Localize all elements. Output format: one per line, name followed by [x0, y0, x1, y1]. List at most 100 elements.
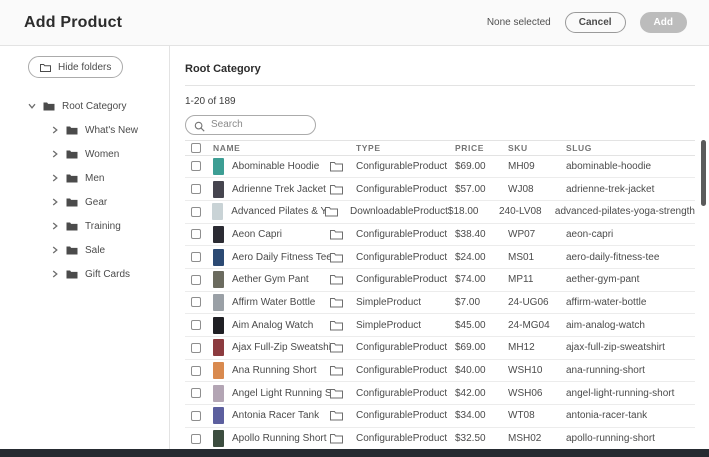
tree-item-label: Men	[85, 172, 105, 184]
row-checkbox[interactable]	[191, 206, 201, 217]
bottom-bar	[0, 449, 709, 457]
cancel-button[interactable]: Cancel	[564, 12, 626, 33]
tree-item-gear[interactable]: Gear	[28, 190, 169, 214]
chevron-right-icon[interactable]	[51, 150, 59, 158]
table-row[interactable]: Aeon Capri ConfigurableProduct $38.40 WP…	[185, 223, 695, 247]
dialog-body: Hide folders Root Category What's New Wo…	[0, 46, 709, 451]
product-type: ConfigurableProduct	[356, 274, 448, 286]
product-price: $24.00	[455, 251, 486, 263]
table-row[interactable]: Aero Daily Fitness Tee ConfigurableProdu…	[185, 246, 695, 269]
folder-icon	[43, 101, 55, 111]
folder-icon	[66, 173, 78, 183]
open-folder-icon[interactable]	[330, 388, 356, 399]
heading-divider	[185, 85, 695, 86]
category-heading: Root Category	[185, 63, 261, 75]
table-header-row: NAME TYPE PRICE SKU SLUG	[185, 139, 695, 156]
product-name: Aeon Capri	[232, 228, 283, 240]
tree-item-men[interactable]: Men	[28, 166, 169, 190]
hide-folders-icon	[40, 63, 51, 72]
table-row[interactable]: Abominable Hoodie ConfigurableProduct $6…	[185, 155, 695, 179]
open-folder-icon[interactable]	[324, 206, 350, 217]
row-checkbox[interactable]	[191, 252, 201, 263]
chevron-right-icon[interactable]	[51, 270, 59, 278]
tree-item-label: Women	[85, 148, 120, 160]
product-name: Ana Running Short	[232, 365, 317, 377]
chevron-right-icon[interactable]	[51, 198, 59, 206]
table-row[interactable]: Angel Light Running Shor ConfigurablePro…	[185, 382, 695, 406]
folder-icon	[66, 245, 78, 255]
column-header-slug[interactable]: SLUG	[566, 143, 695, 153]
product-type: ConfigurableProduct	[356, 160, 448, 172]
product-type: ConfigurableProduct	[356, 183, 448, 195]
result-count: 1-20 of 189	[185, 96, 236, 107]
open-folder-icon[interactable]	[330, 274, 356, 285]
open-folder-icon[interactable]	[330, 229, 356, 240]
product-thumbnail	[213, 384, 224, 402]
row-checkbox[interactable]	[191, 433, 201, 444]
product-sku: WSH06	[508, 387, 543, 399]
product-sku: WJ08	[508, 183, 534, 195]
product-type: SimpleProduct	[356, 319, 422, 331]
open-folder-icon[interactable]	[330, 320, 356, 331]
add-button[interactable]: Add	[639, 12, 687, 33]
product-type: ConfigurableProduct	[356, 251, 448, 263]
product-table-body: Abominable Hoodie ConfigurableProduct $6…	[185, 155, 695, 451]
row-checkbox[interactable]	[191, 410, 201, 421]
tree-item-women[interactable]: Women	[28, 142, 169, 166]
table-row[interactable]: Ana Running Short ConfigurableProduct $4…	[185, 359, 695, 383]
column-header-price[interactable]: PRICE	[455, 143, 508, 153]
row-checkbox[interactable]	[191, 388, 201, 399]
product-name: Apollo Running Short	[232, 433, 327, 445]
product-sku: MH12	[508, 342, 535, 354]
row-checkbox[interactable]	[191, 297, 201, 308]
vertical-scrollbar[interactable]	[701, 140, 706, 206]
column-header-type[interactable]: TYPE	[356, 143, 455, 153]
select-all-checkbox[interactable]	[191, 142, 201, 153]
open-folder-icon[interactable]	[330, 342, 356, 353]
table-row[interactable]: Ajax Full-Zip Sweatshirt ConfigurablePro…	[185, 337, 695, 360]
row-checkbox[interactable]	[191, 274, 201, 285]
row-checkbox[interactable]	[191, 342, 201, 353]
product-slug: aeon-capri	[566, 228, 614, 240]
open-folder-icon[interactable]	[330, 184, 356, 195]
table-row[interactable]: Affirm Water Bottle SimpleProduct $7.00 …	[185, 291, 695, 315]
open-folder-icon[interactable]	[330, 297, 356, 308]
chevron-right-icon[interactable]	[51, 246, 59, 254]
chevron-right-icon[interactable]	[51, 174, 59, 182]
tree-item-training[interactable]: Training	[28, 214, 169, 238]
product-thumbnail	[213, 430, 224, 448]
table-row[interactable]: Antonia Racer Tank ConfigurableProduct $…	[185, 405, 695, 428]
row-checkbox[interactable]	[191, 320, 201, 331]
product-thumbnail	[213, 293, 224, 311]
hide-folders-button[interactable]: Hide folders	[28, 56, 124, 78]
table-row[interactable]: Advanced Pilates & Yoga ( DownloadablePr…	[185, 200, 695, 224]
open-folder-icon[interactable]	[330, 161, 356, 172]
product-type: SimpleProduct	[356, 296, 422, 308]
tree-item-whats-new[interactable]: What's New	[28, 118, 169, 142]
row-checkbox[interactable]	[191, 229, 201, 240]
row-checkbox[interactable]	[191, 161, 201, 172]
tree-item-gift-cards[interactable]: Gift Cards	[28, 262, 169, 286]
product-name: Ajax Full-Zip Sweatshirt	[232, 342, 330, 354]
product-slug: aero-daily-fitness-tee	[566, 251, 660, 263]
product-thumbnail	[213, 225, 224, 243]
open-folder-icon[interactable]	[330, 433, 356, 444]
tree-item-sale[interactable]: Sale	[28, 238, 169, 262]
table-row[interactable]: Aim Analog Watch SimpleProduct $45.00 24…	[185, 314, 695, 337]
column-header-sku[interactable]: SKU	[508, 143, 566, 153]
open-folder-icon[interactable]	[330, 365, 356, 376]
row-checkbox[interactable]	[191, 365, 201, 376]
open-folder-icon[interactable]	[330, 410, 356, 421]
table-row[interactable]: Apollo Running Short ConfigurableProduct…	[185, 427, 695, 451]
column-header-name[interactable]: NAME	[213, 143, 330, 153]
product-type: ConfigurableProduct	[356, 387, 448, 399]
tree-item-root-category[interactable]: Root Category	[28, 94, 169, 118]
chevron-right-icon[interactable]	[51, 222, 59, 230]
chevron-down-icon[interactable]	[28, 103, 36, 109]
product-type: ConfigurableProduct	[356, 410, 448, 422]
table-row[interactable]: Adrienne Trek Jacket ConfigurableProduct…	[185, 178, 695, 201]
row-checkbox[interactable]	[191, 184, 201, 195]
open-folder-icon[interactable]	[330, 252, 356, 263]
chevron-right-icon[interactable]	[51, 126, 59, 134]
table-row[interactable]: Aether Gym Pant ConfigurableProduct $74.…	[185, 268, 695, 292]
